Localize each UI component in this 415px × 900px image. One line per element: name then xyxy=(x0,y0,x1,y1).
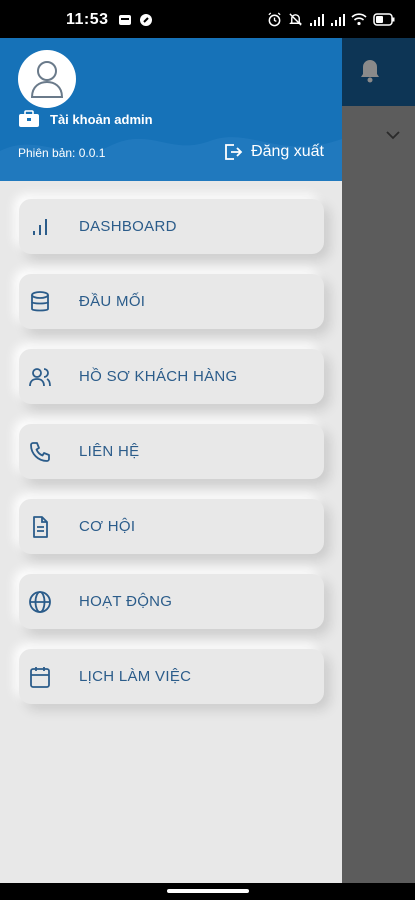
status-bar: 11:53 xyxy=(0,0,415,38)
logout-icon xyxy=(225,144,243,160)
menu-item-label: LIÊN HỆ xyxy=(79,443,140,460)
status-time: 11:53 xyxy=(66,11,109,28)
drawer-menu: DASHBOARD ĐẦU MỐI HỒ SƠ KHÁCH HÀNG LIÊN … xyxy=(19,199,324,724)
account-row[interactable]: Tài khoản admin xyxy=(18,110,153,128)
phone-icon xyxy=(30,442,50,462)
battery-icon xyxy=(373,13,395,26)
briefcase-icon xyxy=(19,110,39,127)
logout-button[interactable]: Đăng xuất xyxy=(223,142,324,162)
users-icon xyxy=(29,368,51,387)
menu-item-dau-moi[interactable]: ĐẦU MỐI xyxy=(19,274,324,329)
menu-item-label: CƠ HỘI xyxy=(79,518,136,535)
home-gesture-handle[interactable] xyxy=(167,889,249,893)
app-version: Phiên bản: 0.0.1 xyxy=(18,146,106,160)
notification-square-icon xyxy=(119,15,131,25)
alarm-icon xyxy=(268,12,281,27)
bell-icon xyxy=(361,60,379,83)
menu-item-co-hoi[interactable]: CƠ HỘI xyxy=(19,499,324,554)
drawer-header: Tài khoản admin Phiên bản: 0.0.1 Đăng xu… xyxy=(0,38,342,181)
user-avatar-icon xyxy=(30,61,64,98)
account-name: Tài khoản admin xyxy=(50,111,153,127)
menu-item-label: HOẠT ĐỘNG xyxy=(79,593,173,610)
calendar-icon xyxy=(30,667,50,688)
menu-item-lien-he[interactable]: LIÊN HỆ xyxy=(19,424,324,479)
mute-icon xyxy=(289,13,302,26)
chevron-down-icon xyxy=(386,131,400,140)
document-icon xyxy=(33,516,48,538)
logout-label: Đăng xuất xyxy=(251,143,324,160)
app-circle-icon xyxy=(140,14,152,26)
database-icon xyxy=(31,291,49,312)
navigation-drawer: Tài khoản admin Phiên bản: 0.0.1 Đăng xu… xyxy=(0,38,342,883)
system-navigation-bar xyxy=(0,883,415,900)
menu-item-hoat-dong[interactable]: HOẠT ĐỘNG xyxy=(19,574,324,629)
avatar[interactable] xyxy=(18,50,76,108)
background-app-overlay[interactable] xyxy=(342,38,415,883)
menu-item-label: DASHBOARD xyxy=(79,218,177,235)
menu-item-ho-so-khach-hang[interactable]: HỒ SƠ KHÁCH HÀNG xyxy=(19,349,324,404)
bar-chart-icon xyxy=(33,219,47,235)
globe-icon xyxy=(29,591,51,613)
menu-item-label: LỊCH LÀM VIỆC xyxy=(79,668,192,685)
menu-item-label: HỒ SƠ KHÁCH HÀNG xyxy=(79,368,238,385)
menu-item-lich-lam-viec[interactable]: LỊCH LÀM VIỆC xyxy=(19,649,324,704)
signal-icon xyxy=(310,13,324,26)
signal-icon-2 xyxy=(331,13,345,26)
menu-item-dashboard[interactable]: DASHBOARD xyxy=(19,199,324,254)
menu-item-label: ĐẦU MỐI xyxy=(79,293,146,310)
background-app-header xyxy=(342,38,415,106)
wifi-icon xyxy=(351,13,367,26)
